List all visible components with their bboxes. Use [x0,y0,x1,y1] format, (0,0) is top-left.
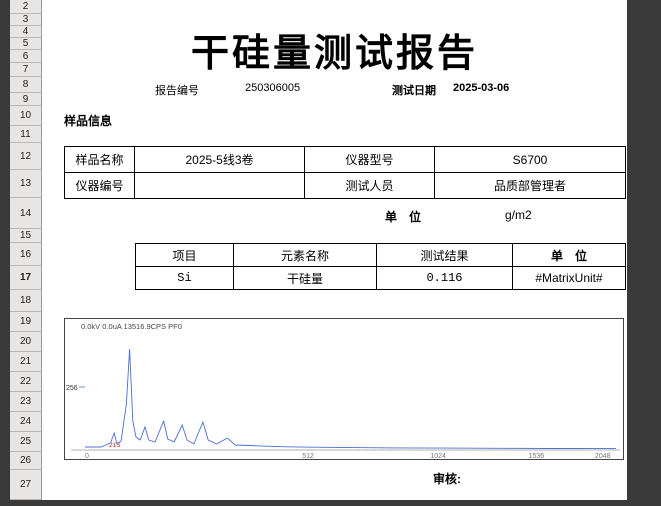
result-cell-item[interactable]: Si [136,267,234,290]
row-header-6[interactable]: 6 [10,50,41,63]
sample-info-heading[interactable]: 样品信息 [64,112,112,129]
x-tick-label-1024: 1024 [430,453,446,459]
row-header-18[interactable]: 18 [10,290,41,312]
cell-instrument-model-label[interactable]: 仪器型号 [305,147,435,173]
row-header-21[interactable]: 21 [10,352,41,372]
x-tick-label-0: 0 [85,453,89,459]
report-no-value[interactable]: 250306005 [245,82,300,94]
row-header-24[interactable]: 24 [10,412,41,432]
cell-sample-name-value[interactable]: 2025-5线3卷 [135,147,305,173]
row-header-7[interactable]: 7 [10,63,41,77]
row-header-27[interactable]: 27 [10,470,41,500]
row-header-13[interactable]: 13 [10,170,41,198]
x-tick-label-2048: 2048 [595,453,611,459]
row-header-22[interactable]: 22 [10,372,41,392]
row-header-5[interactable]: 5 [10,38,41,50]
row-header-column: 2345678910111213141516171819202122232425… [10,0,42,500]
result-cell-element[interactable]: 干硅量 [234,267,377,290]
row-header-25[interactable]: 25 [10,432,41,452]
report-title: 干硅量测试报告 [42,22,627,77]
worksheet[interactable]: 干硅量测试报告 报告编号 250306005 测试日期 2025-03-06 样… [42,0,627,500]
sample-info-table: 样品名称 2025-5线3卷 仪器型号 S6700 仪器编号 测试人员 品质部管… [64,146,626,199]
row-header-3[interactable]: 3 [10,14,41,26]
spectrum-chart[interactable]: 0.0kV 0.0uA 13516.9CPS PF0 256 0 512 1024 153… [64,318,624,460]
test-date-label[interactable]: 测试日期 [392,82,436,98]
unit-value[interactable]: g/m2 [505,208,532,222]
cell-instrument-no-label[interactable]: 仪器编号 [65,173,135,199]
result-header-unit[interactable]: 单 位 [513,244,626,267]
y-tick-label: 256 [66,385,78,392]
result-header-element[interactable]: 元素名称 [234,244,377,267]
chart-header-text: 0.0kV 0.0uA 13516.9CPS PF0 [81,322,182,331]
row-header-8[interactable]: 8 [10,77,41,93]
result-header-result[interactable]: 测试结果 [377,244,513,267]
x-tick-label-1536: 1536 [529,453,545,459]
row-header-20[interactable]: 20 [10,332,41,352]
excel-window: 2345678910111213141516171819202122232425… [0,0,661,506]
report-no-label[interactable]: 报告编号 [155,82,199,98]
row-header-14[interactable]: 14 [10,198,41,229]
row-header-15[interactable]: 15 [10,229,41,243]
cell-instrument-no-value[interactable] [135,173,305,199]
result-cell-result[interactable]: 0.116 [377,267,513,290]
row-header-11[interactable]: 11 [10,126,41,143]
row-header-19[interactable]: 19 [10,312,41,332]
unit-label[interactable]: 单 位 [385,208,421,225]
row-header-16[interactable]: 16 [10,243,41,266]
review-label[interactable]: 审核: [433,470,461,487]
row-header-12[interactable]: 12 [10,143,41,170]
result-table: 项目 元素名称 测试结果 单 位 Si 干硅量 0.116 #MatrixUni… [135,243,626,290]
x-tick-label-512: 512 [302,453,314,459]
result-header-item[interactable]: 项目 [136,244,234,267]
row-header-4[interactable]: 4 [10,26,41,38]
cell-instrument-model-value[interactable]: S6700 [435,147,626,173]
row-header-10[interactable]: 10 [10,106,41,126]
row-header-23[interactable]: 23 [10,392,41,412]
row-header-2[interactable]: 2 [10,0,41,14]
cell-tester-value[interactable]: 品质部管理者 [435,173,626,199]
row-header-26[interactable]: 26 [10,452,41,470]
spectrum-line [85,349,616,449]
cell-sample-name-label[interactable]: 样品名称 [65,147,135,173]
test-date-value[interactable]: 2025-03-06 [453,82,509,94]
row-header-9[interactable]: 9 [10,93,41,106]
row-header-17[interactable]: 17 [10,266,41,290]
cell-tester-label[interactable]: 测试人员 [305,173,435,199]
result-cell-unit[interactable]: #MatrixUnit# [513,267,626,290]
spectrum-svg: 0.0kV 0.0uA 13516.9CPS PF0 256 0 512 1024 153… [65,319,623,459]
